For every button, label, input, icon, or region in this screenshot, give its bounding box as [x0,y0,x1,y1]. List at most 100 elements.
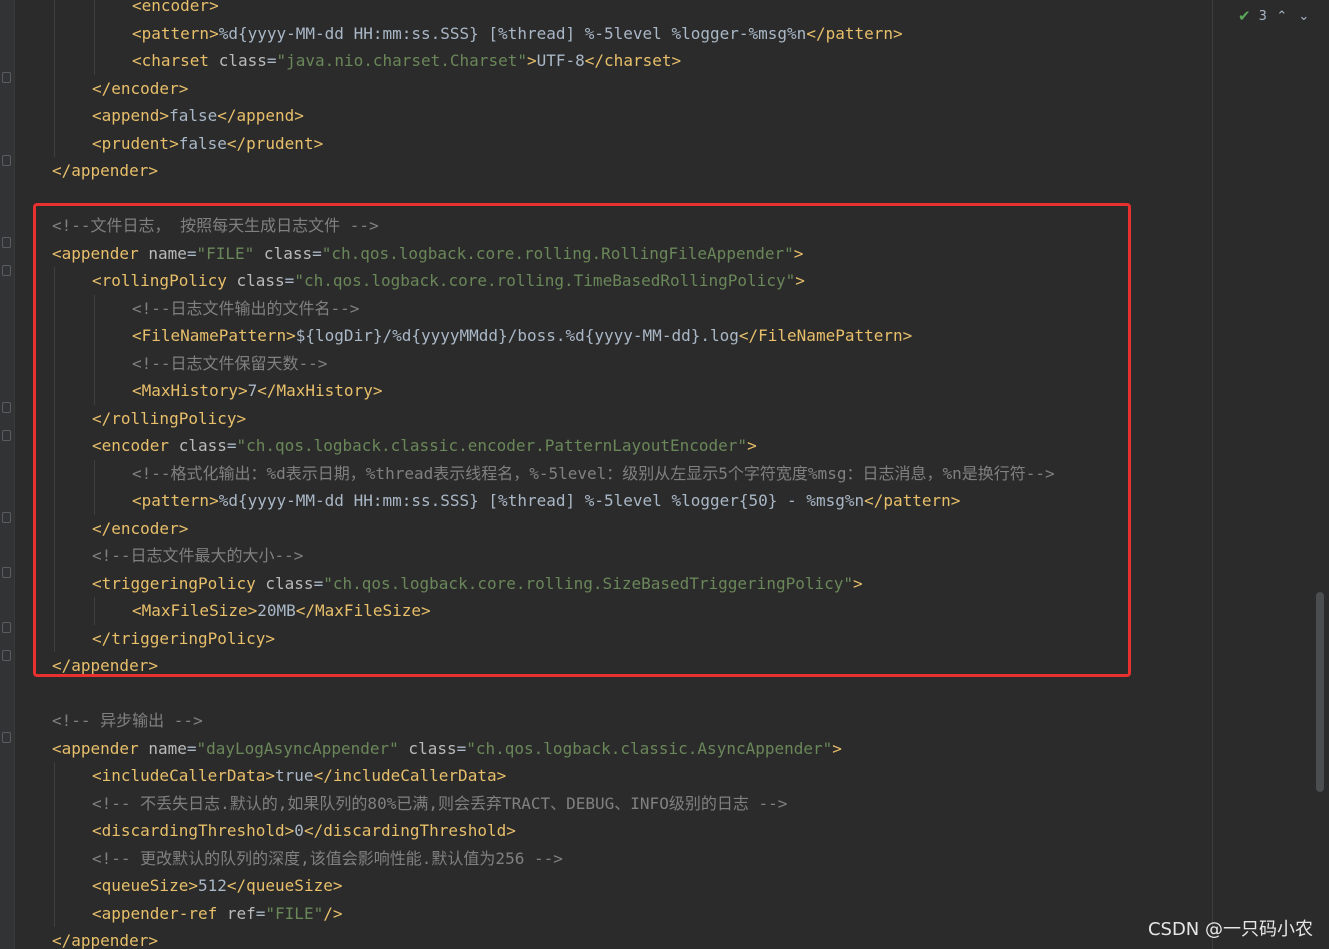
code-token: name [148,738,187,758]
code-token: <appender-ref [92,903,227,923]
code-token: = [266,51,277,70]
fold-marker[interactable] [2,430,11,441]
code-line[interactable]: </encoder> [52,74,1055,102]
fold-marker[interactable] [2,155,11,166]
code-token: <encoder> [132,0,219,15]
code-token: </append> [217,106,304,125]
fold-marker[interactable] [2,265,11,276]
code-line[interactable]: <pattern>%d{yyyy-MM-dd HH:mm:ss.SSS} [%t… [52,19,1055,47]
code-token: <prudent> [92,133,179,153]
indent-guide [54,102,55,130]
gutter[interactable] [0,0,14,949]
code-token: </charset> [584,51,682,70]
code-token: class [218,51,267,70]
code-token: ref [226,903,256,923]
code-token: 512 [197,876,227,895]
code-line[interactable]: </appender> [52,157,1055,185]
indent-guide [54,47,55,75]
code-token: false [169,106,218,125]
code-line[interactable]: <includeCallerData>true</includeCallerDa… [52,762,1055,790]
inspection-widget[interactable]: ✔ 3 ⌃ ⌄ [1238,6,1311,26]
fold-marker[interactable] [2,732,11,743]
indent-guide [54,817,55,845]
code-token: <!-- 异步输出 --> [52,711,203,730]
code-token: %d{yyyy-MM-dd HH:mm:ss.SSS} [%thread] %-… [218,23,807,43]
indent-guide [54,74,55,102]
indent-guide [94,19,95,47]
fold-marker[interactable] [2,622,11,633]
code-line[interactable]: <appender-ref ref="FILE"/> [52,899,1055,927]
code-line[interactable]: <!-- 异步输出 --> [52,707,1055,735]
indent-guide [54,129,55,157]
code-token: <pattern> [132,23,219,43]
code-token: <charset [132,51,219,70]
code-token: /> [323,903,343,923]
code-token: = [255,903,266,923]
fold-marker[interactable] [2,72,11,83]
code-line[interactable] [52,680,1055,708]
scrollbar-thumb[interactable] [1316,592,1324,792]
code-line[interactable]: <!-- 不丢失日志.默认的,如果队列的80%已满,则会丢弃TRACT、DEBU… [52,789,1055,817]
vertical-scrollbar[interactable] [1313,0,1329,949]
code-token: "FILE" [265,903,324,923]
code-line[interactable]: <appender name = "dayLogAsyncAppender" cla… [52,735,1055,763]
code-token: false [178,133,227,153]
inspection-count: 3 [1258,8,1267,24]
fold-marker[interactable] [2,402,11,413]
indent-guide [54,899,55,927]
indent-guide [94,47,95,75]
code-token: "ch.qos.logback.classic.AsyncAppender" [466,738,833,758]
fold-marker[interactable] [2,237,11,248]
code-token: class [398,738,457,758]
code-token: > [832,738,842,758]
code-token: </discardingThreshold> [303,821,516,840]
code-token: </appender> [52,931,158,949]
code-token: <!-- 不丢失日志.默认的,如果队列的80%已满,则会丢弃TRACT、DEBU… [92,793,788,813]
code-token: </includeCallerData> [313,766,507,785]
code-token: </pattern> [806,23,903,43]
code-line[interactable]: <prudent>false</prudent> [52,129,1055,157]
code-editor[interactable]: <encoder> <pattern>%d{yyyy-MM-dd HH:mm:ss… [0,0,1329,949]
fold-marker[interactable] [2,650,11,661]
code-token: true [275,766,314,785]
code-token: </encoder> [92,78,189,98]
code-token: UTF-8 [536,51,585,70]
code-line[interactable]: <discardingThreshold>0</discardingThresh… [52,817,1055,845]
code-line[interactable]: <append>false</append> [52,102,1055,130]
chevron-up-icon[interactable]: ⌃ [1275,9,1289,24]
red-highlight-box [33,203,1131,677]
code-token: = [456,738,467,758]
code-token: <appender [52,738,149,758]
indent-guide [54,872,55,900]
indent-guide [54,19,55,47]
code-token: "java.nio.charset.Charset" [276,51,527,70]
code-line[interactable]: <queueSize>512</queueSize> [52,872,1055,900]
indent-guide [54,762,55,790]
code-line[interactable]: <!-- 更改默认的队列的深度,该值会影响性能.默认值为256 --> [52,844,1055,872]
code-token: </appender> [52,161,158,180]
code-token: <discardingThreshold> [92,821,295,840]
indent-guide [54,844,55,872]
code-token: </prudent> [226,133,324,153]
indent-guide [54,0,55,20]
watermark: CSDN @一只码小农 [1147,919,1313,940]
fold-marker[interactable] [2,567,11,578]
check-icon[interactable]: ✔ [1238,7,1251,25]
code-line[interactable]: <encoder> [52,0,1055,20]
code-token: > [526,51,537,70]
code-token: </queueSize> [226,876,343,895]
code-line[interactable]: <charset class="java.nio.charset.Charset… [52,47,1055,75]
indent-guide [54,789,55,817]
gutter-separator [14,0,15,949]
code-token: "dayLogAsyncAppender" [196,738,399,758]
code-line[interactable]: </appender> [52,927,1055,949]
fold-marker[interactable] [2,512,11,523]
right-margin-guide [1212,0,1213,949]
code-token: <!-- 更改默认的队列的深度,该值会影响性能.默认值为256 --> [92,848,563,868]
indent-guide [94,0,95,20]
code-token: <queueSize> [92,876,198,895]
code-token: <includeCallerData> [92,766,276,785]
code-token: 0 [294,821,304,840]
code-token: <append> [92,106,170,125]
chevron-down-icon[interactable]: ⌄ [1297,9,1311,24]
